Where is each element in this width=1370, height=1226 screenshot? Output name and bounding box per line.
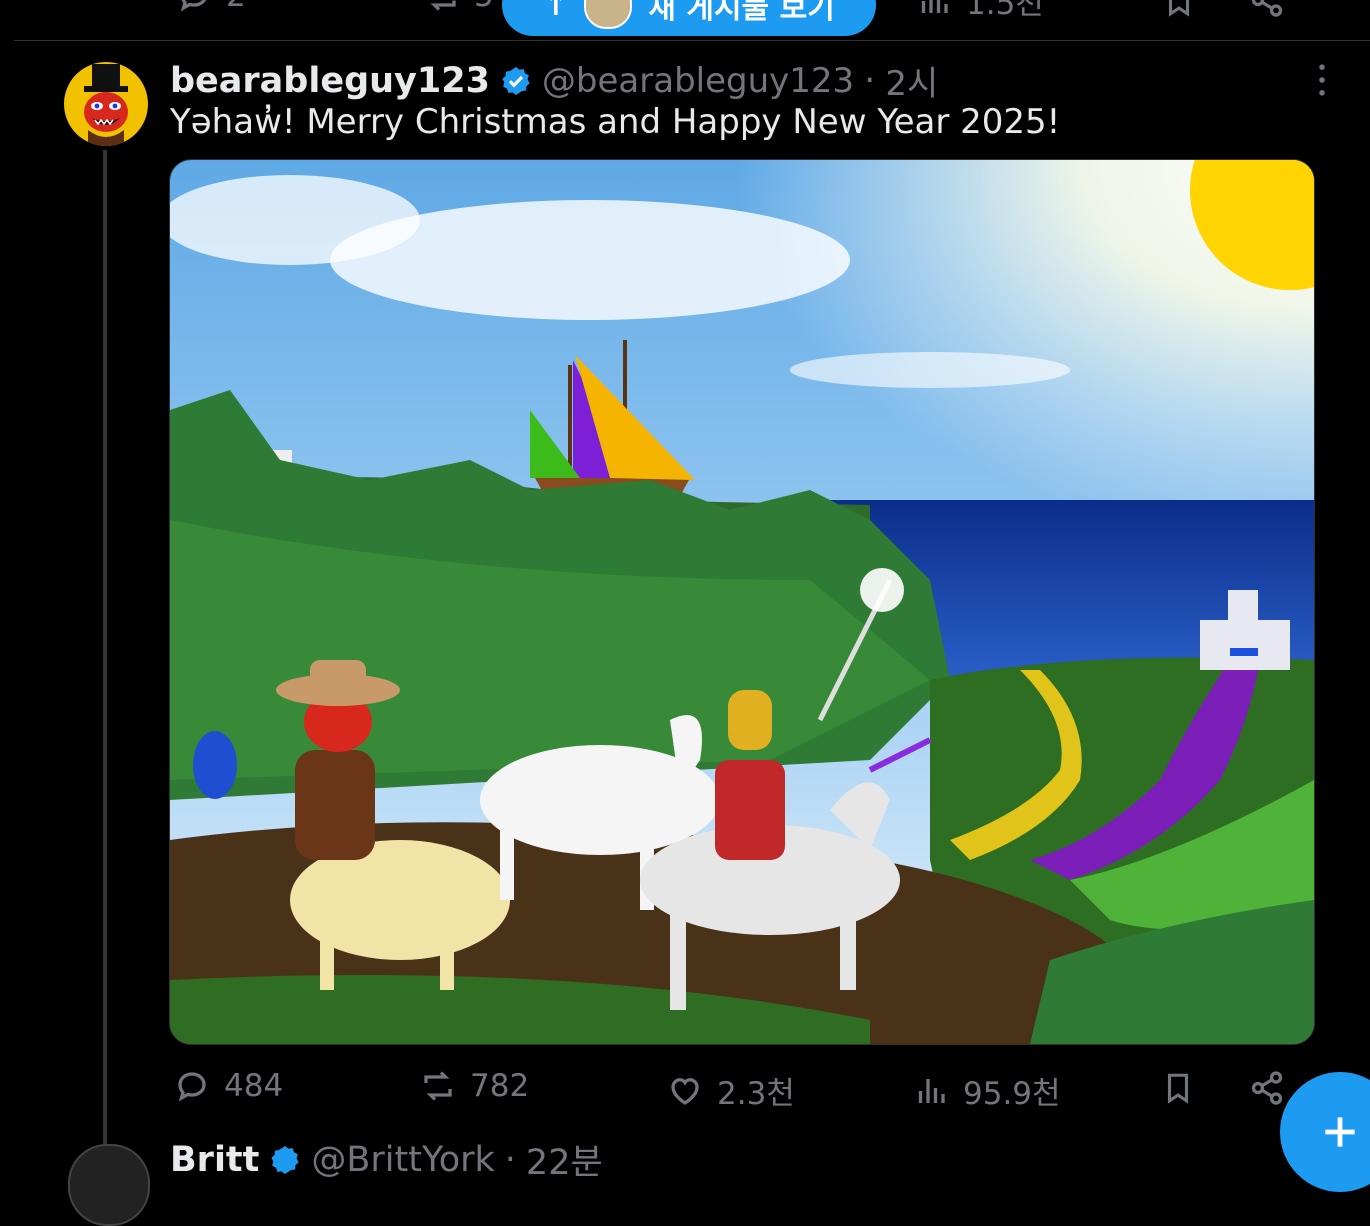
like-icon [671,1077,699,1105]
handle[interactable]: @bearableguy123 [542,61,854,101]
post-header: bearableguy123 @bearableguy123 · 2시 [170,56,938,105]
next-post-header: Britt @BrittYork · 22분 [170,1134,603,1185]
next-post-time[interactable]: 22분 [526,1134,603,1185]
prev-bookmark-button[interactable] [1162,0,1196,22]
repost-action[interactable]: 782 [420,1068,529,1104]
compose-icon [1325,1117,1355,1147]
prev-share-button[interactable] [1249,0,1285,22]
reply-count: 484 [224,1068,284,1104]
thread-line [103,150,107,1160]
more-icon [1319,64,1325,96]
post-time[interactable]: 2시 [885,56,938,105]
repost-icon [424,1071,452,1101]
reply-action[interactable]: 484 [174,1068,283,1104]
bookmark-icon [1167,1073,1189,1104]
repost-count: 782 [470,1068,530,1104]
views-icon [921,0,948,13]
share-button[interactable] [1249,1070,1285,1110]
views-count: 95.9천 [963,1076,1061,1112]
next-display-name[interactable]: Britt [170,1140,259,1180]
display-name[interactable]: bearableguy123 [170,61,490,101]
prev-views-count: 1.5천 [966,0,1044,22]
bookmark-button[interactable] [1161,1071,1195,1109]
repost-icon [430,0,456,11]
next-handle[interactable]: @BrittYork [311,1140,494,1180]
new-posts-avatar [584,0,633,29]
prev-views-action[interactable]: 1.5천 [916,0,1044,23]
new-posts-button[interactable]: ↑ 새 게시물 보기 [502,0,876,36]
post-image-illustration [170,160,1314,1044]
verified-icon [502,66,530,95]
verified-icon [271,1145,300,1174]
prev-repost-action[interactable]: 5 [424,0,494,14]
prev-repost-count: 5 [474,0,494,14]
post-text: Yəhaw̓! Merry Christmas and Happy New Ye… [170,102,1061,142]
arrow-up-icon: ↑ [543,0,569,23]
views-icon [918,1078,945,1103]
more-button[interactable] [1310,64,1334,96]
bookmark-icon [1168,0,1190,17]
avatar[interactable] [64,62,148,146]
like-action[interactable]: 2.3천 [667,1068,795,1113]
reply-icon [178,1072,206,1102]
next-avatar[interactable] [68,1144,150,1226]
separator: · [864,60,876,101]
share-icon [1251,1071,1283,1105]
like-count: 2.3천 [717,1076,795,1112]
prev-reply-action[interactable]: 2 [176,0,246,14]
next-separator: · [504,1139,516,1180]
new-posts-label: 새 게시물 보기 [648,0,835,26]
share-icon [1251,0,1283,17]
post-image[interactable] [169,159,1315,1045]
reply-icon [180,0,207,12]
post-divider [14,40,1370,41]
avatar-image [84,64,128,146]
compose-button[interactable] [1280,1072,1370,1192]
views-action[interactable]: 95.9천 [913,1068,1061,1113]
prev-reply-count: 2 [226,0,246,14]
